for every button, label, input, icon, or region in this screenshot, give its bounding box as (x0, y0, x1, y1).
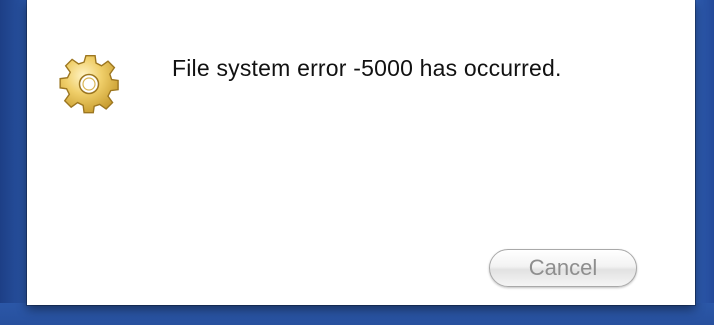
cancel-button[interactable]: Cancel (489, 249, 637, 287)
desktop-background-bottom (0, 303, 714, 325)
desktop-background-right (696, 0, 714, 325)
error-message: File system error -5000 has occurred. (172, 55, 562, 81)
gear-icon (58, 53, 120, 115)
alert-dialog: File system error -5000 has occurred. Ca… (27, 0, 695, 305)
desktop-background-left (0, 0, 30, 325)
